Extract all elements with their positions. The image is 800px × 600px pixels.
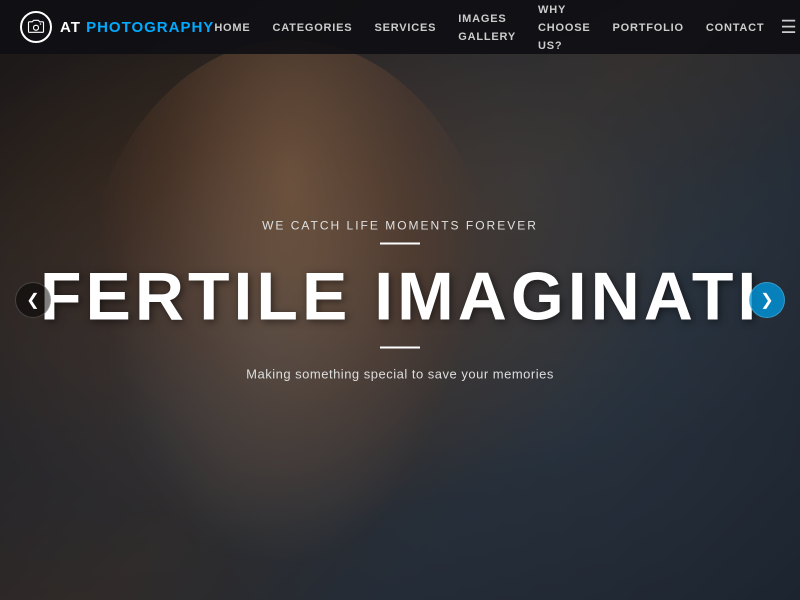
slider-next-button[interactable]: ❯ bbox=[749, 282, 785, 318]
logo-icon bbox=[20, 11, 52, 43]
nav-item-images-gallery[interactable]: IMAGES GALLERY bbox=[458, 9, 516, 45]
hero-subtitle: Making something special to save your me… bbox=[40, 367, 760, 382]
nav-item-services[interactable]: SERVICES bbox=[374, 18, 436, 36]
camera-icon bbox=[27, 18, 45, 36]
hamburger-icon[interactable]: ☰ bbox=[780, 17, 796, 38]
navbar: AT PHOTOGRAPHY HOME CATEGORIES SERVICES … bbox=[0, 0, 800, 54]
hero-divider-bottom bbox=[380, 347, 420, 349]
logo-text: AT PHOTOGRAPHY bbox=[60, 19, 214, 36]
nav-item-categories[interactable]: CATEGORIES bbox=[273, 18, 353, 36]
hero-section: AT PHOTOGRAPHY HOME CATEGORIES SERVICES … bbox=[0, 0, 800, 600]
nav-item-portfolio[interactable]: PORTFOLIO bbox=[613, 18, 684, 36]
nav-item-why-choose-us[interactable]: WHY CHOOSE US? bbox=[538, 0, 590, 54]
slider-prev-button[interactable]: ❮ bbox=[15, 282, 51, 318]
hero-content: WE CATCH LIFE MOMENTS FOREVER FERTILE IM… bbox=[40, 219, 760, 382]
logo[interactable]: AT PHOTOGRAPHY bbox=[20, 11, 214, 43]
hero-divider-top bbox=[380, 243, 420, 245]
nav-item-contact[interactable]: CONTACT bbox=[706, 18, 765, 36]
nav-item-home[interactable]: HOME bbox=[214, 18, 250, 36]
hero-tagline: WE CATCH LIFE MOMENTS FOREVER bbox=[40, 219, 760, 233]
nav-links: HOME CATEGORIES SERVICES IMAGES GALLERY … bbox=[214, 0, 764, 54]
hero-title: FERTILE IMAGINATIO bbox=[40, 263, 760, 331]
